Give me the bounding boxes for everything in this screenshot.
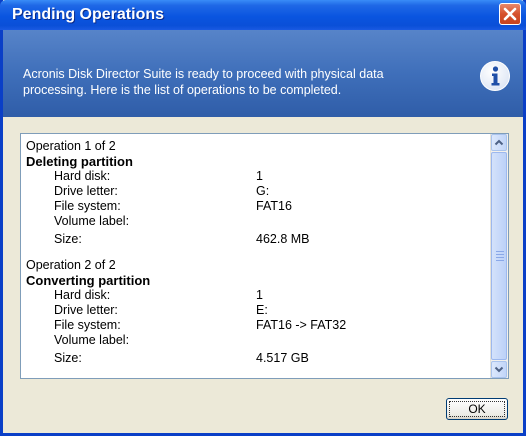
field-label: Drive letter: [54, 303, 118, 317]
field-row: Volume label: [26, 333, 491, 348]
close-button[interactable] [499, 3, 521, 25]
window-title: Pending Operations [12, 6, 165, 23]
operation-block: Operation 1 of 2 Deleting partition Hard… [26, 139, 491, 247]
field-label: Hard disk: [54, 169, 111, 183]
field-label: Hard disk: [54, 288, 111, 302]
info-icon [480, 61, 510, 91]
scroll-down-icon [494, 366, 504, 373]
field-row: File system: FAT16 [26, 199, 491, 214]
scroll-down-button[interactable] [491, 361, 507, 378]
field-value: G: [256, 184, 270, 198]
field-value: FAT16 -> FAT32 [256, 318, 347, 332]
pending-operations-dialog: Pending Operations Acronis Disk Director… [0, 0, 526, 436]
field-label: Volume label: [54, 214, 130, 228]
scroll-up-button[interactable] [491, 134, 507, 151]
field-value: FAT16 [256, 199, 292, 213]
field-row: Size: 4.517 GB [26, 351, 491, 366]
field-row: Hard disk: 1 [26, 169, 491, 184]
field-value: 462.8 MB [256, 232, 310, 246]
field-value: 1 [256, 288, 263, 302]
operation-header: Operation 2 of 2 [26, 258, 116, 272]
field-row: Volume label: [26, 214, 491, 229]
field-label: Size: [54, 351, 82, 365]
scroll-up-icon [494, 139, 504, 146]
field-row: File system: FAT16 -> FAT32 [26, 318, 491, 333]
field-label: Size: [54, 232, 82, 246]
field-value: 4.517 GB [256, 351, 309, 365]
field-row: Drive letter: E: [26, 303, 491, 318]
field-row: Size: 462.8 MB [26, 232, 491, 247]
field-label: File system: [54, 318, 121, 332]
operation-title: Deleting partition [26, 154, 133, 169]
focus-rect [449, 401, 505, 417]
header-band: Acronis Disk Director Suite is ready to … [3, 30, 523, 117]
field-row: Hard disk: 1 [26, 288, 491, 303]
scrollbar-thumb[interactable] [491, 152, 507, 360]
title-bar[interactable]: Pending Operations [0, 0, 526, 30]
ok-button[interactable]: OK [446, 398, 508, 420]
operation-block: Operation 2 of 2 Converting partition Ha… [26, 258, 491, 366]
operations-list[interactable]: Operation 1 of 2 Deleting partition Hard… [20, 133, 509, 379]
operations-list-content: Operation 1 of 2 Deleting partition Hard… [26, 139, 491, 366]
vertical-scrollbar[interactable] [490, 134, 508, 378]
field-label: File system: [54, 199, 121, 213]
operation-header: Operation 1 of 2 [26, 139, 116, 153]
header-message: Acronis Disk Director Suite is ready to … [23, 67, 384, 97]
field-label: Drive letter: [54, 184, 118, 198]
operation-title: Converting partition [26, 273, 151, 288]
close-icon [503, 7, 517, 21]
field-label: Volume label: [54, 333, 130, 347]
field-row: Drive letter: G: [26, 184, 491, 199]
field-value: 1 [256, 169, 263, 183]
field-value: E: [256, 303, 268, 317]
